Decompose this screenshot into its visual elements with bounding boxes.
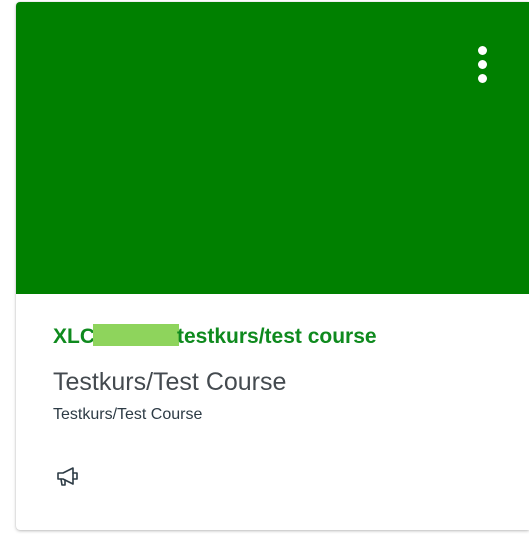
- kebab-vertical-icon[interactable]: [468, 36, 496, 92]
- kebab-dot: [477, 73, 487, 83]
- announcements-button[interactable]: [46, 454, 90, 498]
- megaphone-icon: [57, 467, 78, 486]
- course-card-body: XLC testkurs/test course Testkurs/Test Co…: [16, 294, 529, 530]
- course-card-hero[interactable]: [16, 2, 529, 294]
- redaction-block: [93, 324, 179, 346]
- course-card: XLC testkurs/test course Testkurs/Test Co…: [16, 2, 529, 530]
- kebab-dot: [477, 45, 487, 55]
- course-code-link[interactable]: XLC testkurs/test course: [53, 324, 377, 349]
- course-term: Testkurs/Test Course: [53, 406, 203, 423]
- course-title: Testkurs/Test Course: [53, 368, 287, 396]
- page: XLC testkurs/test course Testkurs/Test Co…: [0, 0, 529, 534]
- course-code-suffix: testkurs/test course: [177, 325, 377, 348]
- kebab-dot: [477, 59, 487, 69]
- course-code-prefix: XLC: [53, 325, 95, 348]
